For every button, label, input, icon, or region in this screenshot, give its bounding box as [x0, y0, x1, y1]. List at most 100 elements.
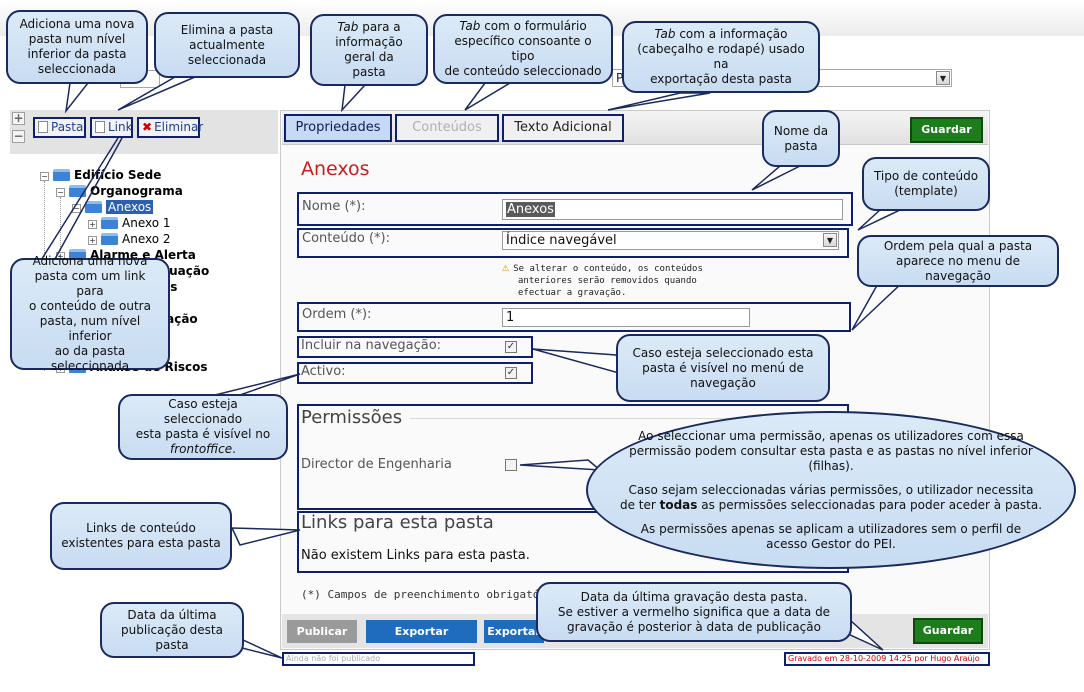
save-button-bottom[interactable]: Guardar — [913, 618, 983, 644]
links-empty-message: Não existem Links para esta pasta. — [301, 548, 530, 563]
callout-line: seleccionada — [187, 52, 267, 67]
callout-pointer — [464, 82, 513, 111]
callout-tab-additional-text: Tab com a informação (cabeçalho e rodapé… — [622, 21, 820, 93]
callout-line: o conteúdo de outra — [29, 299, 151, 313]
callout-line: Ordem pela qual a pasta — [883, 238, 1033, 253]
chevron-down-icon: ▼ — [823, 233, 837, 247]
add-link-button[interactable]: Link — [90, 117, 133, 138]
tree-node-anexo1[interactable]: + Anexo 1 — [88, 216, 171, 230]
folder-icon — [69, 185, 86, 197]
expand-icon: + — [88, 236, 97, 245]
tab-label: Propriedades — [295, 120, 381, 135]
callout-line: de conteúdo seleccionado — [444, 64, 602, 78]
conteudo-select[interactable]: Índice navegável ▼ — [502, 231, 839, 250]
publish-status-text: Ainda não foi publicado — [286, 654, 381, 663]
callout-line: Caso sejam seleccionadas várias permissõ… — [628, 482, 1034, 497]
collapse-all-icon[interactable]: − — [12, 130, 25, 143]
callout-line: pasta num nível — [28, 32, 126, 46]
callout-line: pasta, num nível inferior — [39, 314, 141, 343]
save-status: Gravado em 28-10-2009 14:25 por Hugo Ara… — [784, 652, 990, 666]
tree-node-root[interactable]: − Edifício Sede — [40, 168, 161, 182]
tab-texto-adicional[interactable]: Texto Adicional — [502, 114, 624, 142]
page-icon — [38, 121, 48, 133]
incluir-checkbox[interactable]: ✓ — [505, 341, 517, 353]
delete-button[interactable]: ✖ Eliminar — [137, 117, 203, 138]
save-button-top[interactable]: Guardar — [910, 117, 983, 143]
callout-line: Links de conteúdo — [86, 521, 196, 535]
callout-line: ao da pasta — [54, 344, 126, 358]
tree-node-anexo2[interactable]: + Anexo 2 — [88, 232, 171, 246]
callout-order: Ordem pela qual a pasta aparece no menu … — [857, 235, 1059, 287]
export-label: Exportar — [487, 625, 541, 638]
close-icon: ✖ — [142, 120, 153, 134]
nome-input[interactable]: Anexos — [502, 199, 843, 220]
callout-line: informação geral da — [335, 35, 403, 64]
callout-line: Caso esteja seleccionado esta — [632, 345, 814, 360]
publish-button[interactable]: Publicar — [287, 620, 357, 643]
callout-emphasis: frontoffice — [170, 442, 233, 456]
permissions-title: Permissões — [301, 407, 403, 428]
add-link-label: Link — [108, 120, 133, 134]
callout-emphasis: todas — [659, 497, 698, 512]
callout-spacer — [596, 513, 1066, 522]
callout-spacer — [596, 474, 1066, 483]
callout-line: Adiciona uma nova — [19, 17, 135, 31]
export-published-button[interactable]: Exportar Publicado — [366, 620, 477, 661]
permission-checkbox[interactable] — [505, 459, 517, 471]
activo-checkbox[interactable]: ✓ — [505, 367, 517, 379]
callout-line: existentes para esta pasta — [61, 536, 221, 550]
collapse-icon: − — [72, 204, 81, 213]
save-status-text: Gravado em 28-10-2009 14:25 por Hugo Ara… — [788, 654, 980, 663]
callout-line: específico consoante o tipo — [454, 34, 592, 63]
warning-icon: ⚠ — [502, 260, 510, 274]
export-button[interactable]: Exportar — [484, 620, 544, 643]
tree-node-label: Anexo 2 — [122, 232, 171, 246]
callout-links: Links de conteúdo existentes para esta p… — [50, 502, 232, 570]
tab-label: Texto Adicional — [514, 120, 612, 135]
callout-tab-contents: Tab com o formulário específico consoant… — [433, 14, 613, 84]
callout-line: Caso esteja seleccionado — [163, 397, 243, 426]
callout-line: (cabeçalho e rodapé) usado na — [637, 42, 805, 71]
ordem-input[interactable]: 1 — [502, 308, 750, 327]
callout-line: seleccionada — [50, 359, 130, 373]
callout-active: Caso esteja seleccionado esta pasta é vi… — [118, 394, 288, 460]
save-label: Guardar — [921, 123, 972, 136]
callout-save-date: Data da última gravação desta pasta. Se … — [536, 582, 852, 642]
expand-all-icon[interactable]: + — [12, 112, 25, 125]
callout-folder-name: Nome da pasta — [762, 110, 840, 167]
save-label: Guardar — [922, 624, 974, 637]
tree-node-label: Anexo 1 — [122, 216, 171, 230]
callout-line: acesso Gestor do PEI. — [766, 536, 896, 551]
callout-line: . — [232, 442, 236, 456]
callout-line: Ao seleccionar uma permissão, apenas os … — [638, 428, 1024, 443]
folder-icon — [85, 201, 102, 213]
ordem-label: Ordem (*): — [302, 307, 372, 322]
warning-line: anteriores serão removidos quando — [518, 276, 697, 286]
callout-line: pasta — [784, 138, 818, 153]
callout-line: pasta com um link para — [34, 269, 146, 298]
callout-line: Nome da — [773, 123, 829, 138]
chevron-down-icon: ▼ — [936, 71, 950, 85]
callout-line: publicação desta pasta — [121, 622, 223, 652]
folder-heading: Anexos — [301, 158, 370, 180]
callout-line: as permissões seleccionadas para poder a… — [697, 497, 1043, 512]
callout-publish-date: Data da última publicação desta pasta — [100, 602, 244, 658]
conteudo-label: Conteúdo (*): — [302, 231, 390, 246]
callout-line: de ter — [619, 497, 660, 512]
callout-line: pasta é visível no menú de — [642, 360, 804, 375]
add-folder-button[interactable]: Pasta — [33, 117, 86, 138]
callout-line: seleccionada — [37, 62, 117, 76]
callout-line: Se estiver a vermelho significa que a da… — [557, 604, 831, 619]
tab-propriedades[interactable]: Propriedades — [284, 114, 392, 142]
folder-icon — [101, 217, 118, 229]
callout-line: navegação — [690, 375, 756, 390]
callout-line: Adiciona uma nova — [32, 254, 148, 268]
tree-node-anexos[interactable]: − Anexos — [72, 200, 154, 214]
callout-add-folder: Adiciona uma nova pasta num nível inferi… — [6, 10, 148, 84]
warning-line: Se alterar o conteúdo, os conteúdos — [513, 264, 703, 274]
callout-line: aparece no menu de navegação — [895, 253, 1021, 283]
publish-status: Ainda não foi publicado — [282, 652, 475, 666]
tree-node-organograma[interactable]: − Organograma — [56, 184, 183, 198]
tab-conteudos[interactable]: Conteúdos — [395, 114, 499, 142]
warning-message: ⚠ Se alterar o conteúdo, os conteúdos ant… — [502, 261, 703, 299]
